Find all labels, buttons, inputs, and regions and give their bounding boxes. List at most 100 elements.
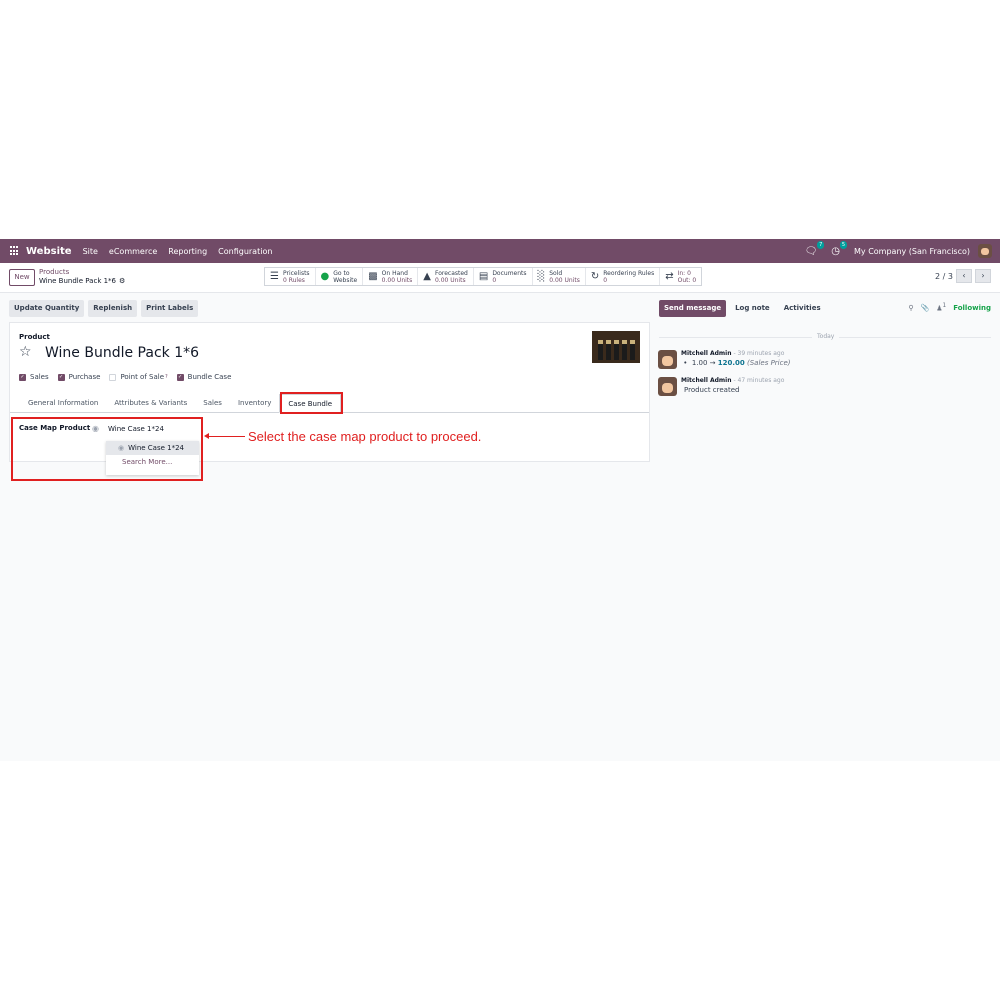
gear-icon[interactable]: ⚙ xyxy=(119,277,125,285)
smart-buttons: ☰ Pricelists 0 Rules ● Go to Website ▩ On Han… xyxy=(264,267,703,286)
replenish-button[interactable]: Replenish xyxy=(88,300,138,317)
tab-general-information[interactable]: General Information xyxy=(20,394,106,412)
sb-value: 0.00 Units xyxy=(549,276,580,284)
breadcrumb-current: Wine Bundle Pack 1*6 xyxy=(39,277,117,285)
unchecked-box-icon xyxy=(109,373,117,381)
sales-checkbox[interactable]: ✓ Sales xyxy=(19,373,49,381)
list-icon: ☰ xyxy=(270,271,279,282)
annotation-arrow xyxy=(207,436,245,437)
file-icon: ▤ xyxy=(478,271,489,282)
area-chart-icon: ▲ xyxy=(423,271,431,282)
sb-value: 0.00 Units xyxy=(381,276,413,284)
sold-smart-button[interactable]: ░ Sold 0.00 Units xyxy=(533,268,586,285)
message-author[interactable]: Mitchell Admin xyxy=(681,377,732,384)
bar-chart-icon: ░ xyxy=(537,271,546,282)
apps-menu-icon[interactable] xyxy=(10,246,20,256)
menu-configuration[interactable]: Configuration xyxy=(218,247,272,256)
avatar[interactable] xyxy=(658,377,677,396)
exchange-icon: ⇄ xyxy=(665,271,674,282)
message-body: Product created xyxy=(684,386,740,394)
message-time: - 39 minutes ago xyxy=(733,350,785,357)
sb-value: 0.00 Units xyxy=(434,276,466,284)
sb-label: Sold xyxy=(549,269,563,277)
paperclip-icon[interactable]: 📎 xyxy=(921,304,930,312)
app-name[interactable]: Website xyxy=(26,246,72,257)
refresh-icon: ↻ xyxy=(590,271,600,282)
sb-label: In: 0 xyxy=(677,269,691,277)
product-image[interactable] xyxy=(592,331,640,363)
checkbox-label: Bundle Case xyxy=(187,373,232,381)
annotation-text: Select the case map product to proceed. xyxy=(248,429,482,444)
checkbox-label: Sales xyxy=(30,373,49,381)
sb-value: 0 xyxy=(492,276,497,284)
user-avatar[interactable] xyxy=(978,244,992,258)
chat-count: 7 xyxy=(817,240,825,249)
sb-label: Pricelists xyxy=(282,269,310,277)
cubes-icon: ▩ xyxy=(368,271,378,282)
reordering-rules-smart-button[interactable]: ↻ Reordering Rules 0 xyxy=(586,268,661,285)
form-action-buttons: Update Quantity Replenish Print Labels xyxy=(9,300,202,317)
breadcrumb: Products Wine Bundle Pack 1*6 ⚙ xyxy=(39,268,125,285)
sb-label: On Hand xyxy=(381,269,408,277)
chevron-right-icon[interactable]: › xyxy=(975,269,991,283)
forecasted-smart-button[interactable]: ▲ Forecasted 0.00 Units xyxy=(418,268,474,285)
pricelists-smart-button[interactable]: ☰ Pricelists 0 Rules xyxy=(265,268,316,285)
breadcrumb-products[interactable]: Products xyxy=(39,268,125,276)
sb-label: Go to xyxy=(333,269,350,277)
go-to-website-smart-button[interactable]: ● Go to Website xyxy=(316,268,364,285)
on-hand-smart-button[interactable]: ▩ On Hand 0.00 Units xyxy=(363,268,419,285)
purchase-checkbox[interactable]: ✓ Purchase xyxy=(57,373,100,381)
avatar[interactable] xyxy=(658,350,677,369)
sb-value: 0 xyxy=(603,276,608,284)
checkbox-label: Point of Sale xyxy=(120,373,164,381)
menu-ecommerce[interactable]: eCommerce xyxy=(109,247,157,256)
company-switcher[interactable]: My Company (San Francisco) xyxy=(854,247,970,256)
chat-icon[interactable]: 🗨 7 xyxy=(805,240,825,257)
product-type-checkboxes: ✓ Sales ✓ Purchase Point of Sale? ✓ Bundle … xyxy=(19,373,240,381)
arrow-right-icon: → xyxy=(709,359,716,367)
chevron-left-icon[interactable]: ‹ xyxy=(956,269,972,283)
update-quantity-button[interactable]: Update Quantity xyxy=(9,300,85,317)
new-button[interactable]: New xyxy=(9,269,35,286)
point-of-sale-checkbox[interactable]: Point of Sale? xyxy=(109,373,168,381)
top-navbar: Website Site eCommerce Reporting Configu… xyxy=(0,239,1000,263)
documents-smart-button[interactable]: ▤ Documents 0 xyxy=(474,268,533,285)
in-out-smart-button[interactable]: ⇄ In: 0 Out: 0 xyxy=(660,268,701,285)
product-name[interactable]: Wine Bundle Pack 1*6 xyxy=(45,345,199,361)
bundle-case-checkbox[interactable]: ✓ Bundle Case xyxy=(176,373,232,381)
highlight-case-map-field xyxy=(11,417,203,481)
tab-attributes-variants[interactable]: Attributes & Variants xyxy=(106,394,195,412)
following-button[interactable]: Following xyxy=(953,304,991,312)
pager-value[interactable]: 2 / 3 xyxy=(935,272,953,281)
menu-reporting[interactable]: Reporting xyxy=(168,247,207,256)
print-labels-button[interactable]: Print Labels xyxy=(141,300,199,317)
log-note-button[interactable]: Log note xyxy=(730,300,775,317)
new-value: 120.00 xyxy=(717,359,745,367)
chatter-message: Mitchell Admin - 39 minutes ago • 1.00 →… xyxy=(658,350,791,369)
record-pager: 2 / 3 ‹ › xyxy=(935,269,991,283)
sb-label: Documents xyxy=(492,269,527,277)
date-divider-label: Today xyxy=(812,333,840,340)
tab-inventory[interactable]: Inventory xyxy=(230,394,279,412)
follower-count: 1 xyxy=(942,303,947,309)
message-author[interactable]: Mitchell Admin xyxy=(681,350,732,357)
odoo-app: Website Site eCommerce Reporting Configu… xyxy=(0,239,1000,761)
sb-value: Website xyxy=(333,276,358,284)
star-icon[interactable]: ☆ xyxy=(19,344,32,360)
tracking-value: • 1.00 → 120.00 (Sales Price) xyxy=(681,359,791,367)
search-icon[interactable]: ⚲ xyxy=(908,304,913,312)
control-panel: New Products Wine Bundle Pack 1*6 ⚙ ☰ Pric… xyxy=(0,263,1000,293)
followers-icon[interactable]: ♟1 xyxy=(936,303,946,312)
activity-count: 5 xyxy=(839,240,848,249)
old-value: 1.00 xyxy=(691,359,708,367)
tab-sales[interactable]: Sales xyxy=(195,394,230,412)
globe-icon: ● xyxy=(320,271,330,282)
check-icon: ✓ xyxy=(19,373,26,381)
send-message-button[interactable]: Send message xyxy=(659,300,727,317)
menu-site[interactable]: Site xyxy=(83,247,98,256)
help-tooltip-icon[interactable]: ? xyxy=(165,374,168,380)
product-label: Product xyxy=(19,333,50,341)
sb-label: Forecasted xyxy=(434,269,468,277)
activities-button[interactable]: Activities xyxy=(779,300,826,317)
activity-clock-icon[interactable]: ◷ 5 xyxy=(831,240,848,257)
